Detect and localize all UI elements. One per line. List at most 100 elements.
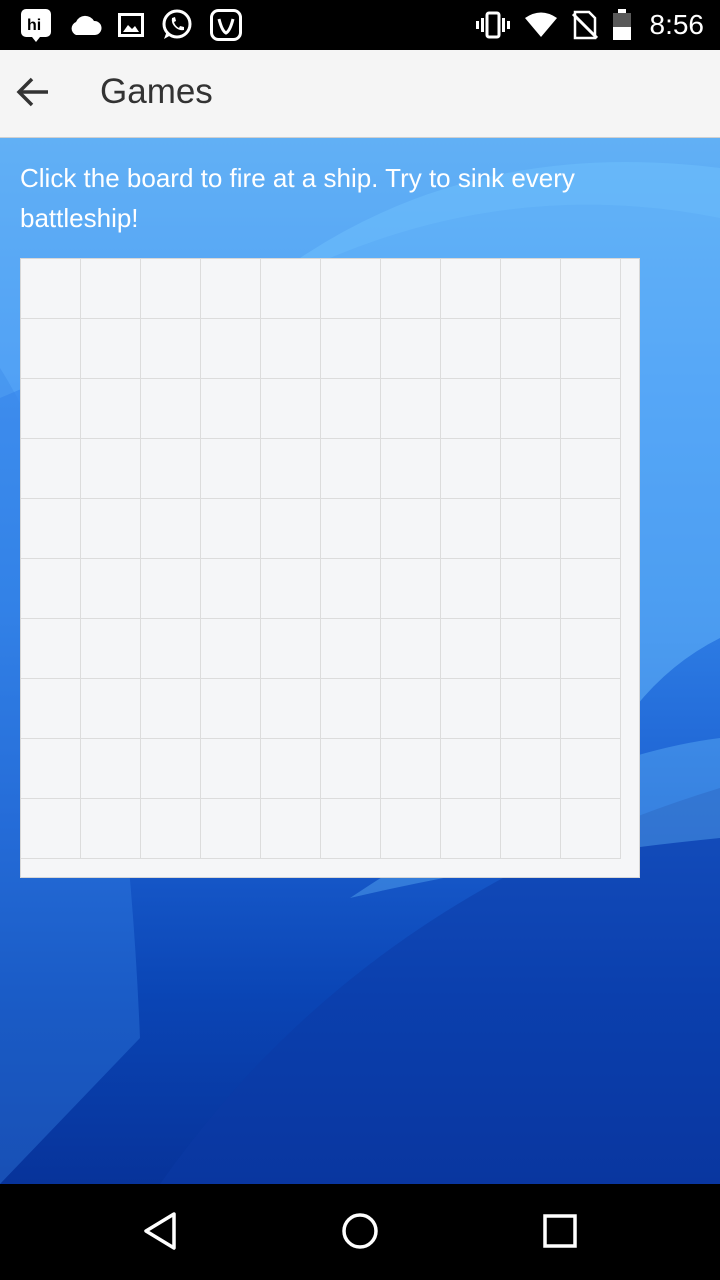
board-cell[interactable] <box>141 679 201 739</box>
board-cell[interactable] <box>141 379 201 439</box>
board-cell[interactable] <box>501 439 561 499</box>
board-cell[interactable] <box>501 319 561 379</box>
board-cell[interactable] <box>81 739 141 799</box>
board-cell[interactable] <box>321 319 381 379</box>
board-cell[interactable] <box>21 379 81 439</box>
board-cell[interactable] <box>561 439 621 499</box>
board-cell[interactable] <box>441 499 501 559</box>
board-cell[interactable] <box>261 559 321 619</box>
board-cell[interactable] <box>81 499 141 559</box>
board-cell[interactable] <box>261 739 321 799</box>
board-cell[interactable] <box>201 319 261 379</box>
board-cell[interactable] <box>501 619 561 679</box>
board-cell[interactable] <box>21 319 81 379</box>
board-cell[interactable] <box>441 259 501 319</box>
board-cell[interactable] <box>381 319 441 379</box>
nav-home-button[interactable] <box>335 1208 385 1258</box>
board-cell[interactable] <box>321 679 381 739</box>
battleship-board[interactable] <box>20 258 640 878</box>
board-cell[interactable] <box>441 439 501 499</box>
board-cell[interactable] <box>561 379 621 439</box>
board-cell[interactable] <box>321 499 381 559</box>
board-cell[interactable] <box>21 559 81 619</box>
board-cell[interactable] <box>141 439 201 499</box>
board-cell[interactable] <box>561 619 621 679</box>
board-cell[interactable] <box>261 319 321 379</box>
board-cell[interactable] <box>561 499 621 559</box>
board-cell[interactable] <box>261 379 321 439</box>
board-cell[interactable] <box>201 379 261 439</box>
board-cell[interactable] <box>21 739 81 799</box>
board-cell[interactable] <box>261 799 321 859</box>
board-cell[interactable] <box>141 499 201 559</box>
board-cell[interactable] <box>201 619 261 679</box>
board-cell[interactable] <box>501 559 561 619</box>
board-cell[interactable] <box>441 679 501 739</box>
board-cell[interactable] <box>141 559 201 619</box>
board-cell[interactable] <box>561 679 621 739</box>
board-cell[interactable] <box>81 679 141 739</box>
board-cell[interactable] <box>561 319 621 379</box>
board-cell[interactable] <box>561 739 621 799</box>
board-cell[interactable] <box>501 679 561 739</box>
board-cell[interactable] <box>141 619 201 679</box>
board-cell[interactable] <box>561 799 621 859</box>
board-cell[interactable] <box>21 799 81 859</box>
board-cell[interactable] <box>381 559 441 619</box>
board-cell[interactable] <box>321 739 381 799</box>
board-cell[interactable] <box>441 619 501 679</box>
board-cell[interactable] <box>441 799 501 859</box>
board-cell[interactable] <box>501 799 561 859</box>
nav-back-button[interactable] <box>135 1208 185 1258</box>
board-cell[interactable] <box>261 259 321 319</box>
board-cell[interactable] <box>261 679 321 739</box>
board-cell[interactable] <box>201 679 261 739</box>
board-cell[interactable] <box>81 799 141 859</box>
board-cell[interactable] <box>321 619 381 679</box>
board-cell[interactable] <box>381 259 441 319</box>
board-cell[interactable] <box>201 559 261 619</box>
board-cell[interactable] <box>381 499 441 559</box>
board-cell[interactable] <box>321 259 381 319</box>
board-cell[interactable] <box>141 259 201 319</box>
board-cell[interactable] <box>501 259 561 319</box>
board-cell[interactable] <box>501 499 561 559</box>
board-cell[interactable] <box>141 799 201 859</box>
board-cell[interactable] <box>381 379 441 439</box>
board-cell[interactable] <box>321 559 381 619</box>
board-cell[interactable] <box>21 439 81 499</box>
board-cell[interactable] <box>81 559 141 619</box>
board-cell[interactable] <box>261 619 321 679</box>
board-cell[interactable] <box>21 679 81 739</box>
board-cell[interactable] <box>441 379 501 439</box>
board-cell[interactable] <box>201 739 261 799</box>
board-cell[interactable] <box>561 259 621 319</box>
board-cell[interactable] <box>201 439 261 499</box>
board-cell[interactable] <box>441 559 501 619</box>
board-cell[interactable] <box>261 499 321 559</box>
board-cell[interactable] <box>21 619 81 679</box>
board-cell[interactable] <box>381 739 441 799</box>
board-cell[interactable] <box>81 259 141 319</box>
board-cell[interactable] <box>201 799 261 859</box>
board-cell[interactable] <box>501 739 561 799</box>
board-cell[interactable] <box>201 259 261 319</box>
nav-recents-button[interactable] <box>535 1208 585 1258</box>
board-cell[interactable] <box>81 619 141 679</box>
board-cell[interactable] <box>81 439 141 499</box>
board-cell[interactable] <box>501 379 561 439</box>
board-cell[interactable] <box>261 439 321 499</box>
board-cell[interactable] <box>81 319 141 379</box>
board-cell[interactable] <box>381 439 441 499</box>
board-cell[interactable] <box>321 439 381 499</box>
board-cell[interactable] <box>141 739 201 799</box>
board-cell[interactable] <box>81 379 141 439</box>
board-cell[interactable] <box>321 379 381 439</box>
board-cell[interactable] <box>381 679 441 739</box>
board-cell[interactable] <box>21 259 81 319</box>
back-button[interactable] <box>8 66 58 122</box>
board-cell[interactable] <box>561 559 621 619</box>
board-cell[interactable] <box>21 499 81 559</box>
board-cell[interactable] <box>321 799 381 859</box>
board-cell[interactable] <box>201 499 261 559</box>
